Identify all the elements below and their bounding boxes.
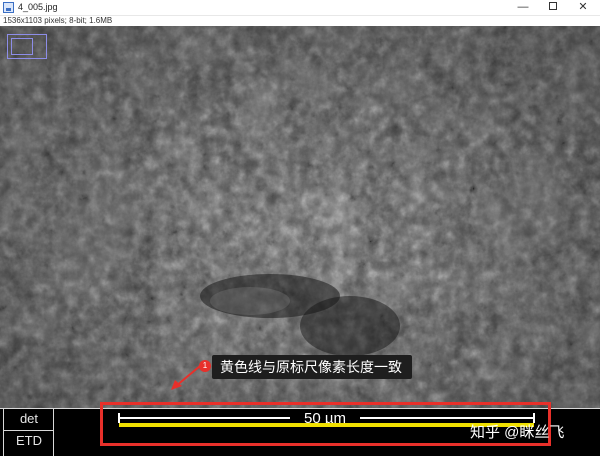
image-file-icon — [3, 2, 14, 13]
sem-micrograph-canvas[interactable] — [0, 26, 600, 456]
maximize-icon — [549, 2, 557, 10]
detector-label: det — [4, 411, 54, 426]
image-info-text: 1536x1103 pixels; 8-bit; 1.6MB — [3, 16, 112, 26]
image-info-bar: 1536x1103 pixels; 8-bit; 1.6MB — [0, 16, 600, 26]
watermark-text: 知乎 @眯丝飞 — [470, 421, 564, 442]
window-title: 4_005.jpg — [18, 2, 58, 12]
navigator-viewport-box[interactable] — [11, 38, 33, 55]
close-button[interactable]: ✕ — [568, 0, 598, 16]
sem-texture — [0, 26, 600, 456]
minimize-button[interactable]: — — [508, 0, 538, 16]
detector-value: ETD — [4, 433, 54, 448]
window-title-bar: 4_005.jpg — ✕ — [0, 0, 600, 16]
detector-cell-divider — [4, 430, 54, 431]
maximize-button[interactable] — [538, 0, 568, 16]
callout-number-badge: 1 — [199, 360, 211, 372]
callout-text: 黄色线与原标尺像素长度一致 — [220, 357, 402, 377]
